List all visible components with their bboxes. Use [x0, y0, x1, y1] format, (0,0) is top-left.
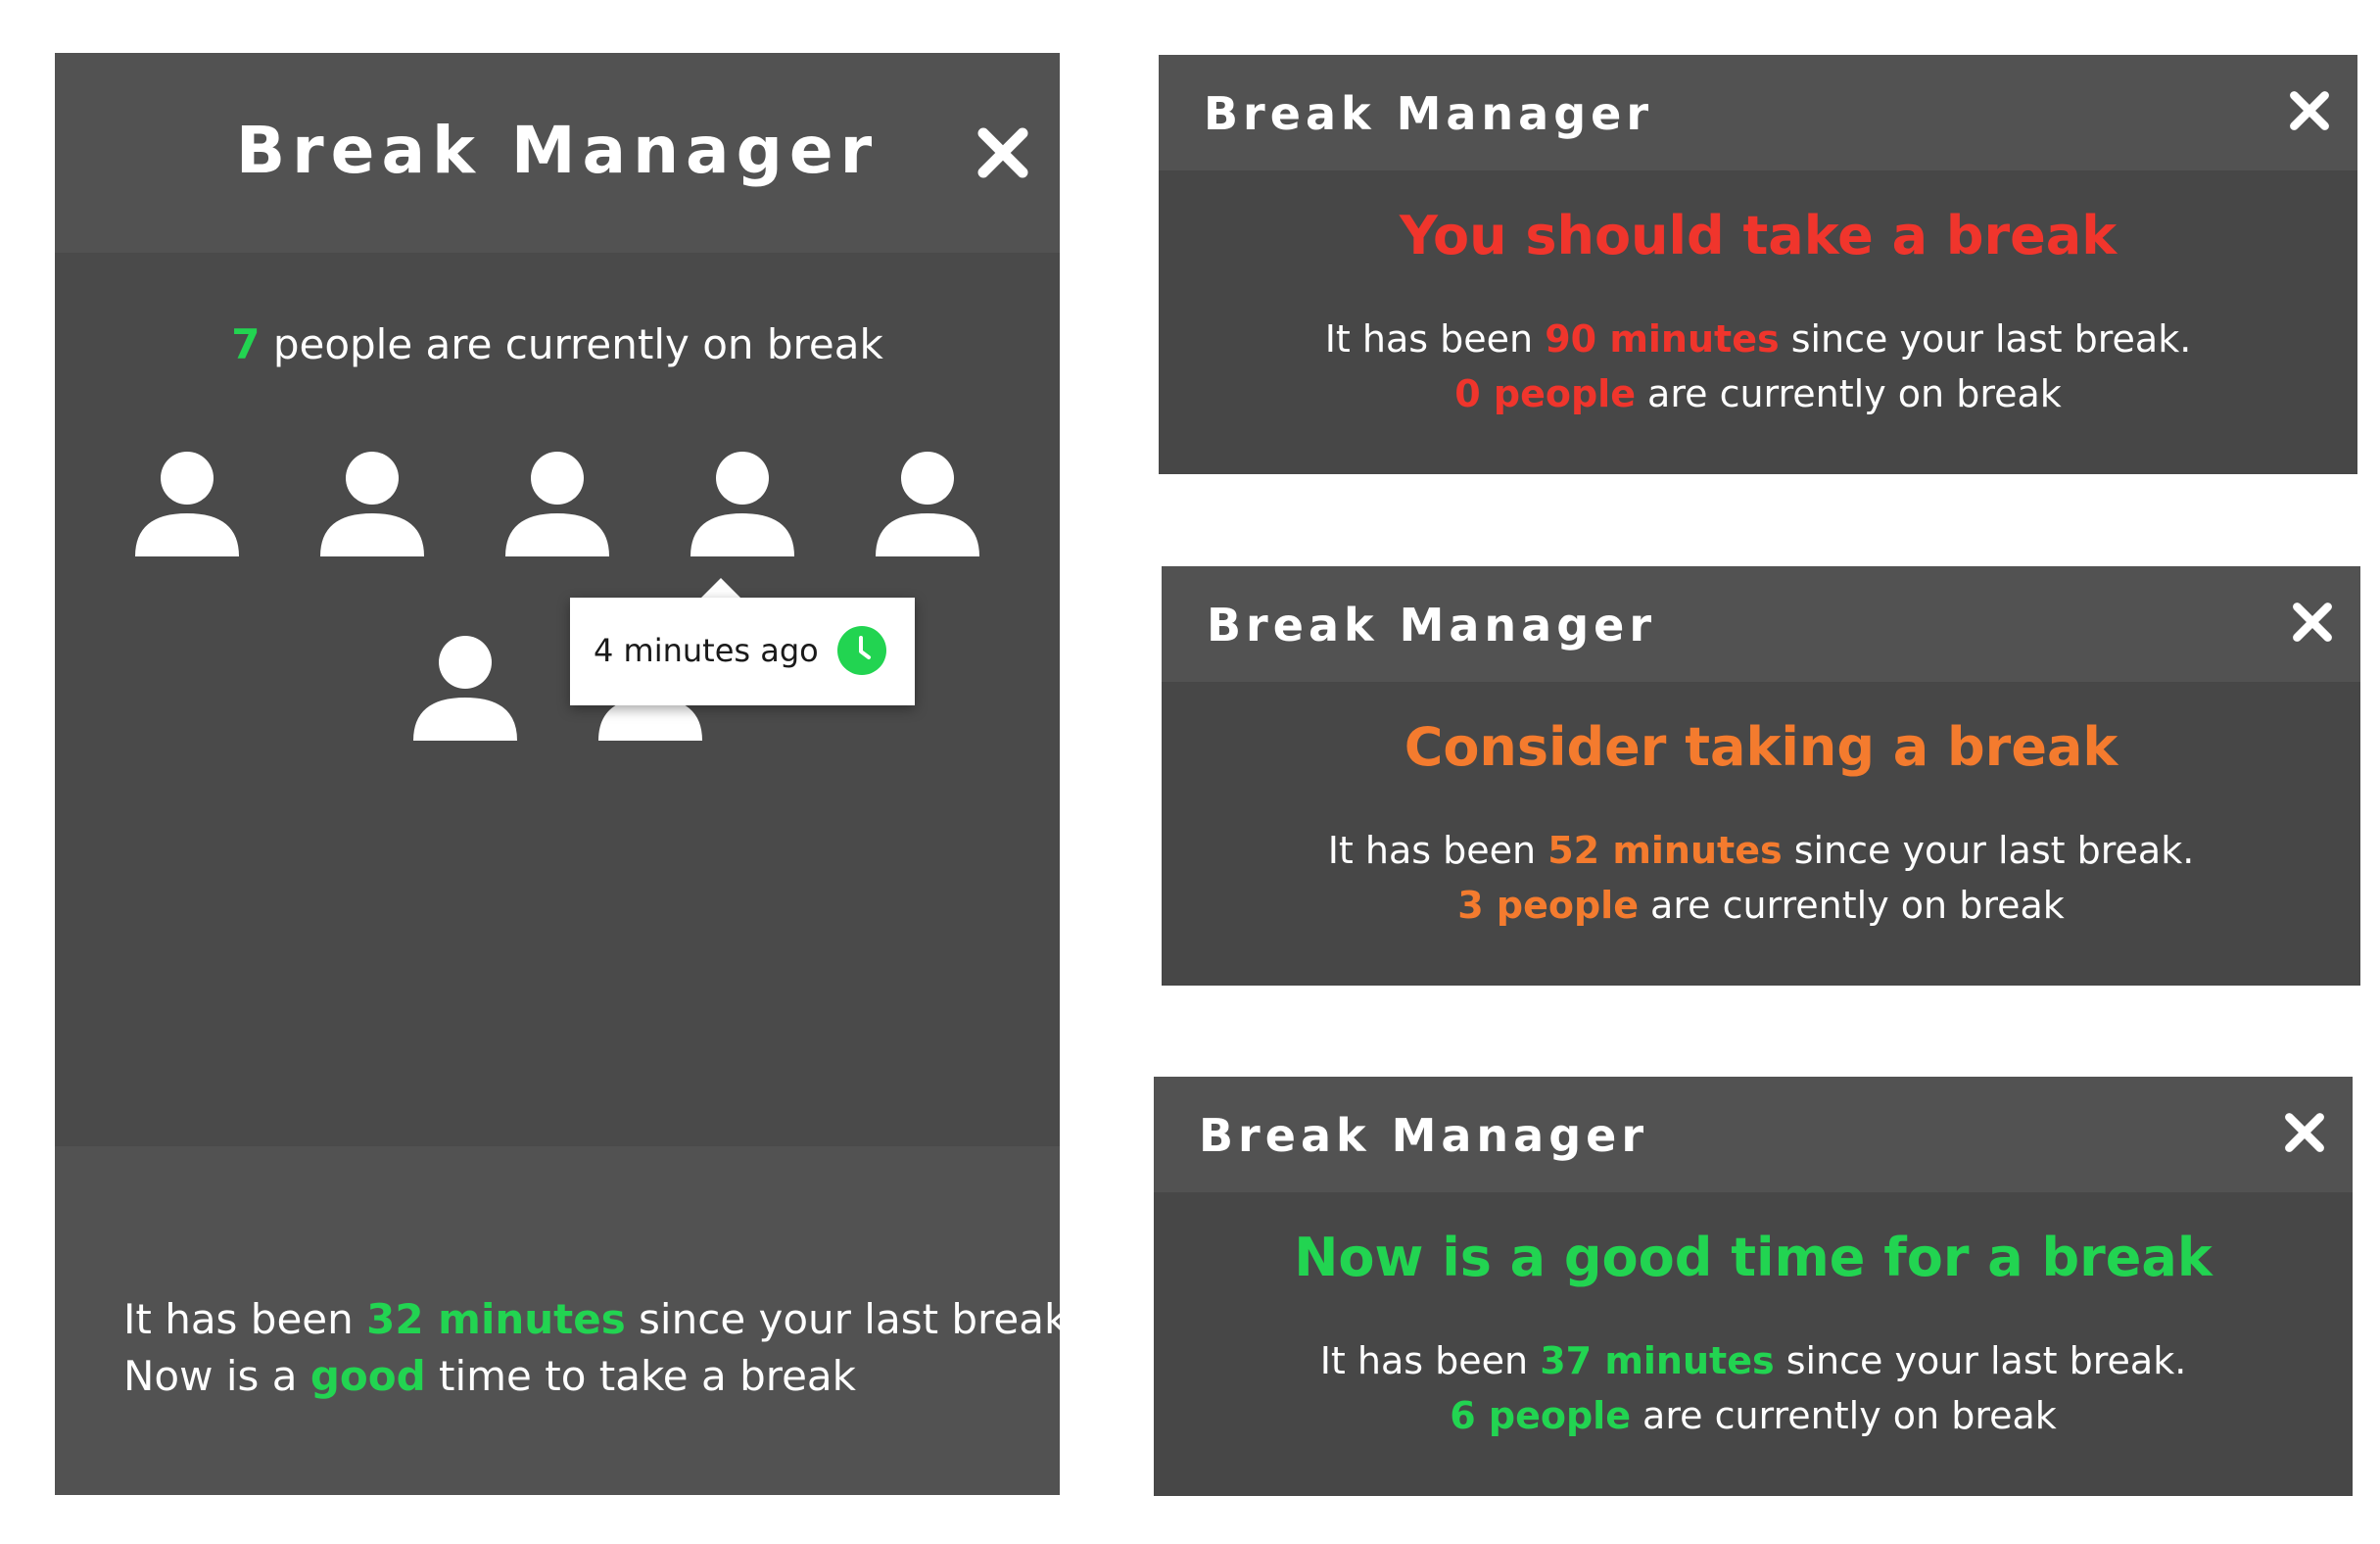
card-time-line: It has been 90 minutes since your last b…	[1159, 312, 2357, 366]
break-time-tooltip: 4 minutes ago	[570, 598, 915, 705]
panel-title: Break Manager	[235, 113, 880, 188]
close-icon[interactable]	[972, 121, 1034, 184]
tooltip-text: 4 minutes ago	[594, 632, 819, 669]
card-header: Break Manager	[1162, 566, 2360, 682]
person-icon[interactable]	[874, 449, 981, 556]
person-icon[interactable]	[503, 449, 611, 556]
tooltip-arrow	[699, 578, 742, 600]
card-headline: Consider taking a break	[1404, 716, 2118, 778]
panel-footer: It has been 32 minutes since your last b…	[55, 1146, 1084, 1495]
person-icon[interactable]	[411, 633, 519, 741]
card-text: It has been	[1324, 317, 1546, 361]
card-title: Break Manager	[1204, 87, 1654, 140]
footer-text: Now is a	[123, 1352, 310, 1400]
person-icon[interactable]	[133, 449, 241, 556]
card-text: since your last break.	[1774, 1339, 2187, 1382]
card-text: are currently on break	[1630, 1394, 2057, 1437]
card-time-line: It has been 37 minutes since your last b…	[1154, 1333, 2353, 1388]
good-highlight: good	[309, 1352, 426, 1400]
footer-line-advice: Now is a good time to take a break	[123, 1348, 856, 1405]
card-text: It has been	[1327, 829, 1548, 872]
card-time-line: It has been 52 minutes since your last b…	[1162, 823, 2360, 878]
card-people-line: 3 people are currently on break	[1162, 878, 2360, 933]
card-people-line: 6 people are currently on break	[1154, 1388, 2353, 1443]
people-count-number: 7	[231, 320, 261, 368]
close-icon[interactable]	[2288, 598, 2337, 647]
break-manager-card-urgent: Break Manager You should take a break It…	[1159, 55, 2357, 474]
minutes-since-break: 32 minutes	[366, 1295, 626, 1343]
minutes-since-break: 52 minutes	[1547, 829, 1783, 872]
people-count-text: people are currently on break	[260, 320, 883, 368]
card-header: Break Manager	[1154, 1077, 2353, 1192]
people-on-break: 6 people	[1450, 1394, 1631, 1437]
card-headline: Now is a good time for a break	[1294, 1227, 2213, 1288]
card-title: Break Manager	[1207, 599, 1657, 651]
panel-header: Break Manager	[55, 53, 1060, 253]
card-header: Break Manager	[1159, 55, 2357, 170]
card-text: since your last break.	[1782, 829, 2195, 872]
minutes-since-break: 90 minutes	[1545, 317, 1780, 361]
card-text: are currently on break	[1635, 372, 2062, 415]
break-manager-card-good: Break Manager Now is a good time for a b…	[1154, 1077, 2353, 1496]
close-icon[interactable]	[2280, 1108, 2329, 1157]
card-people-line: 0 people are currently on break	[1159, 366, 2357, 421]
clock-icon	[837, 626, 886, 675]
people-on-break: 0 people	[1454, 372, 1636, 415]
person-icon[interactable]	[689, 449, 796, 556]
card-headline: You should take a break	[1399, 205, 2118, 266]
card-title: Break Manager	[1199, 1109, 1649, 1162]
footer-text: since your last break!	[625, 1295, 1085, 1343]
break-manager-card-consider: Break Manager Consider taking a break It…	[1162, 566, 2360, 986]
break-manager-panel: Break Manager 7 people are currently on …	[55, 53, 1084, 1495]
footer-text: time to take a break	[425, 1352, 856, 1400]
person-icon[interactable]	[318, 449, 426, 556]
people-on-break: 3 people	[1457, 884, 1639, 927]
card-text: since your last break.	[1779, 317, 2192, 361]
footer-line-time: It has been 32 minutes since your last b…	[123, 1291, 1084, 1348]
card-text: It has been	[1319, 1339, 1541, 1382]
people-on-break-count: 7 people are currently on break	[55, 317, 1060, 372]
minutes-since-break: 37 minutes	[1540, 1339, 1775, 1382]
close-icon[interactable]	[2285, 86, 2334, 135]
card-text: are currently on break	[1638, 884, 2065, 927]
footer-text: It has been	[123, 1295, 367, 1343]
